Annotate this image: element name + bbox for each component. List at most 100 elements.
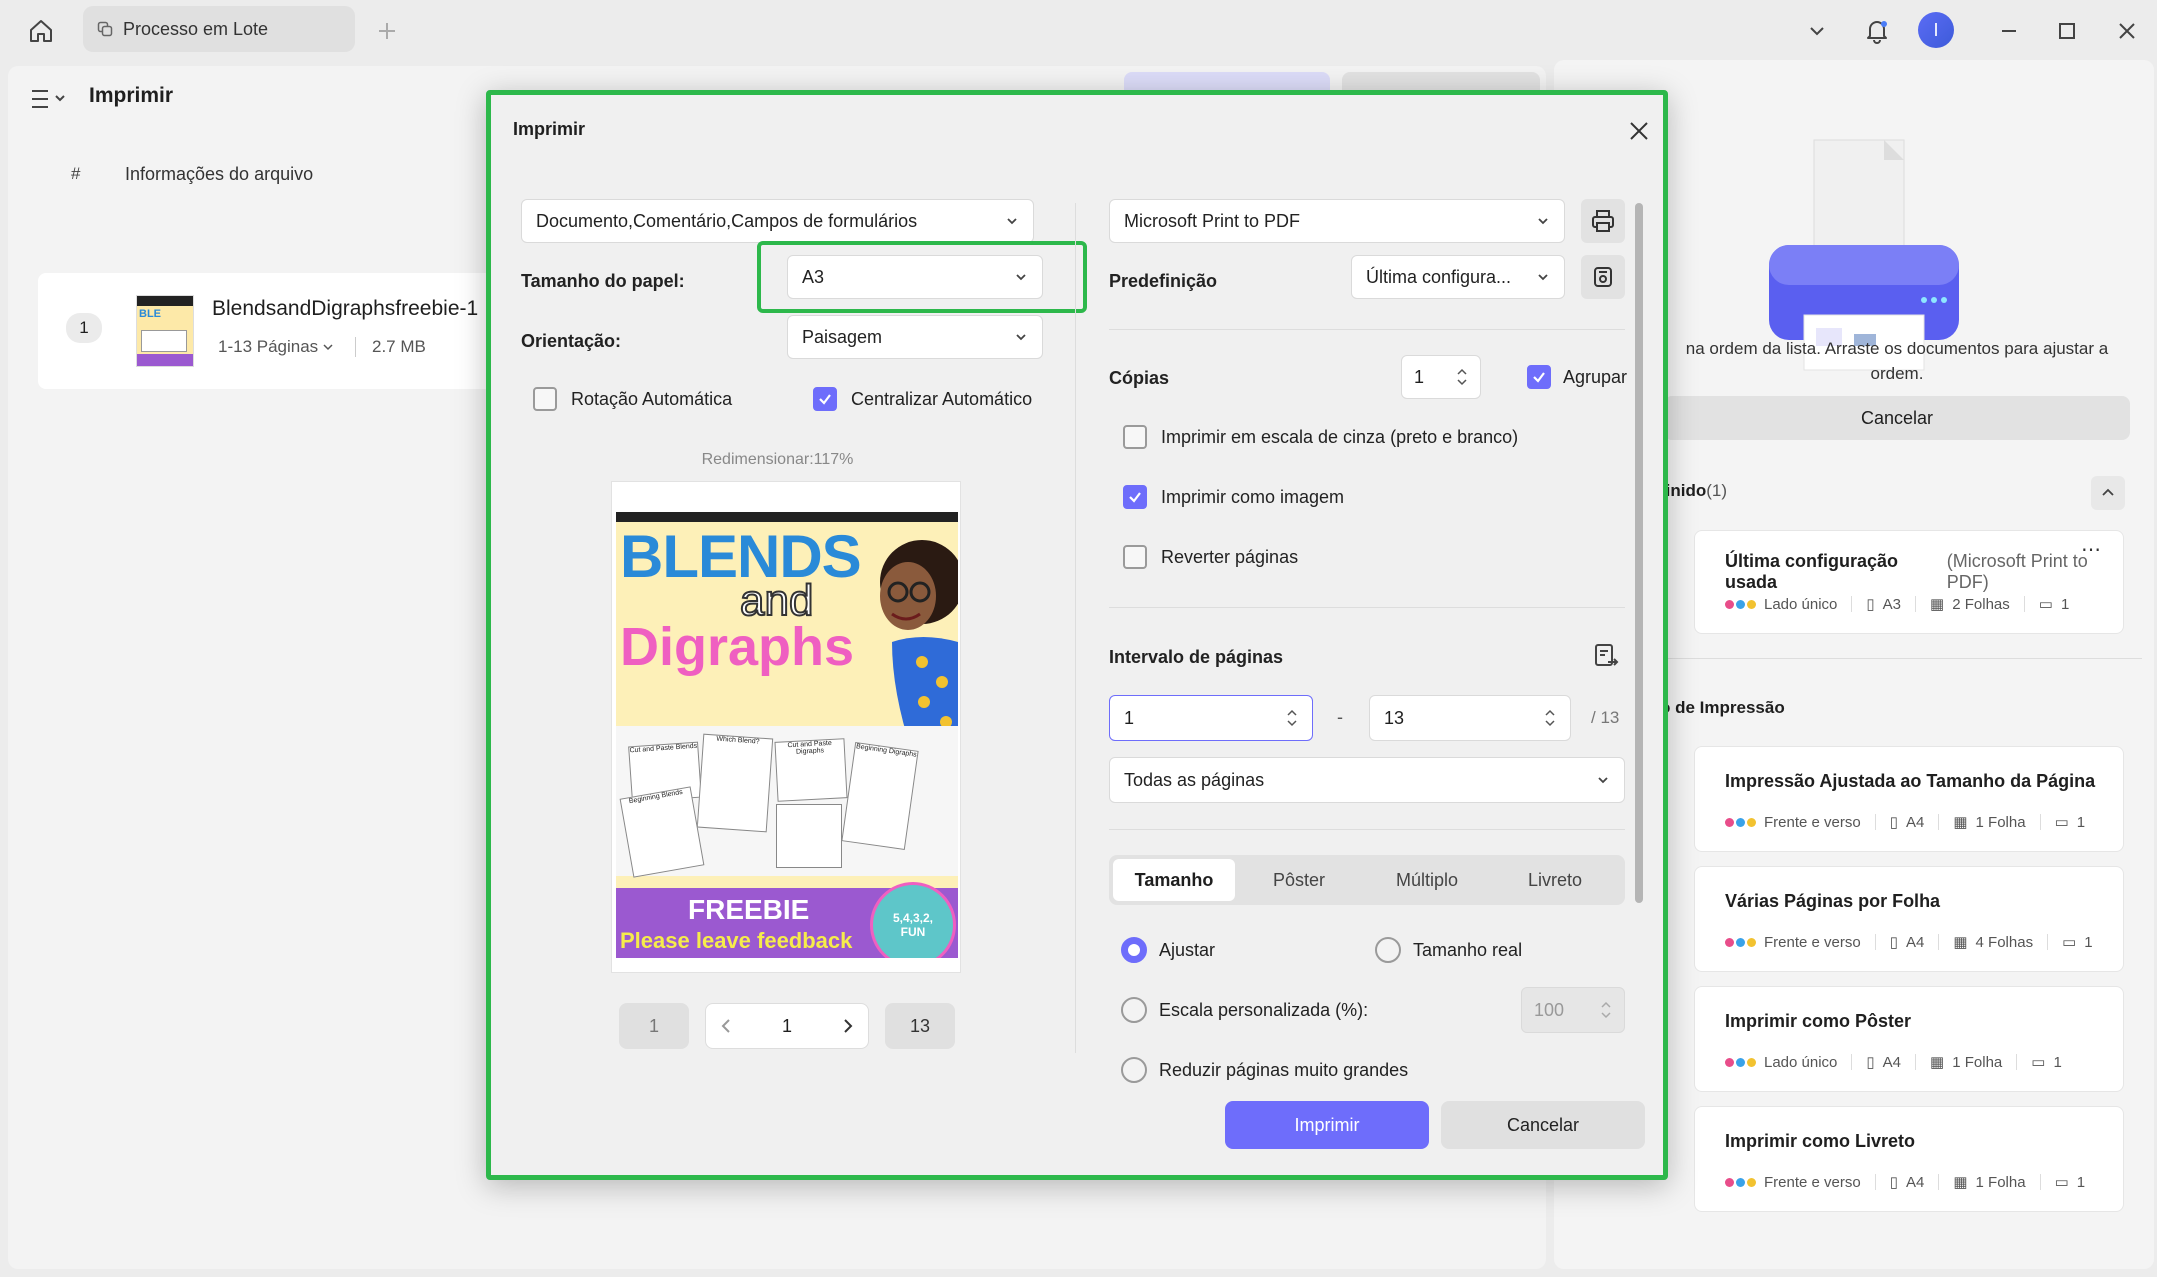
preset-select[interactable]: Última configura... (1351, 255, 1565, 299)
add-tab-icon[interactable] (372, 16, 402, 46)
tab-multiple[interactable]: Múltiplo (1363, 859, 1491, 901)
save-preset-icon[interactable] (1581, 255, 1625, 299)
auto-center-option[interactable]: Centralizar Automático (813, 387, 1032, 411)
range-mode-select[interactable]: Todas as páginas (1109, 757, 1625, 803)
page-icon: ▯ (1866, 1054, 1875, 1071)
meta-copies: 1 (2076, 1173, 2086, 1191)
avatar[interactable]: I (1918, 12, 1954, 48)
tab-booklet[interactable]: Livreto (1491, 859, 1619, 901)
range-from-value: 1 (1124, 707, 1135, 728)
preset-card[interactable]: Várias Páginas por Folha Frente e verso … (1694, 866, 2124, 972)
reverse-pages-option[interactable]: Reverter páginas (1123, 545, 1298, 569)
last-config-card[interactable]: Última configuração usada (Microsoft Pri… (1694, 530, 2124, 634)
fit-option[interactable]: Ajustar (1121, 937, 1215, 963)
menu-icon[interactable] (28, 84, 72, 114)
cancel-button[interactable]: Cancelar (1441, 1101, 1645, 1149)
content-select[interactable]: Documento,Comentário,Campos de formulári… (521, 199, 1034, 243)
custom-scale-input[interactable]: 100 (1521, 987, 1625, 1033)
shrink-label: Reduzir páginas muito grandes (1159, 1059, 1409, 1080)
next-page-icon[interactable] (842, 1018, 854, 1034)
preset-card[interactable]: Imprimir como Livreto Frente e verso ▯ A4… (1694, 1106, 2124, 1212)
file-row[interactable]: 1 BLE BlendsandDigraphsfreebie-1 1-13 Pá… (38, 273, 508, 389)
tab-size[interactable]: Tamanho (1113, 859, 1235, 901)
preset-value: Última configura... (1366, 266, 1512, 287)
worksheet-5: Beginning Blends (619, 786, 705, 878)
actual-size-radio[interactable] (1375, 937, 1401, 963)
printer-select[interactable]: Microsoft Print to PDF (1109, 199, 1565, 243)
shrink-option[interactable]: Reduzir páginas muito grandes (1121, 1057, 1408, 1083)
last-page-button[interactable]: 13 (885, 1003, 955, 1049)
orientation-select[interactable]: Paisagem (787, 315, 1043, 359)
paper-size-select[interactable]: A3 (787, 255, 1043, 299)
grayscale-option[interactable]: Imprimir em escala de cinza (preto e bra… (1123, 425, 1518, 449)
preset-meta: Frente e verso ▯ A4 ▦ 1 Folha ▭ 1 (1725, 813, 2085, 831)
preset-label: Predefinição (1109, 271, 1218, 291)
close-window-icon[interactable] (2112, 16, 2142, 46)
home-icon[interactable] (24, 14, 58, 48)
printer-properties-icon[interactable] (1581, 199, 1625, 243)
meta-copies: 1 (2060, 595, 2070, 613)
range-from-input[interactable]: 1 (1109, 695, 1313, 741)
tab-batch-process[interactable]: Processo em Lote (83, 6, 355, 52)
minimize-icon[interactable] (1994, 16, 2024, 46)
chevron-down-icon[interactable] (1802, 16, 1832, 46)
sheets-icon: ▦ (1953, 934, 1968, 951)
copies-icon: ▭ (2031, 1054, 2046, 1071)
page-preview: BLENDS and Digraphs Cut and Paste Blends… (611, 481, 961, 973)
print-button[interactable]: Imprimir (1225, 1101, 1429, 1149)
page-range-icon[interactable] (1589, 639, 1623, 673)
preset-card[interactable]: Impressão Ajustada ao Tamanho da Página … (1694, 746, 2124, 852)
chevron-down-icon (1596, 773, 1610, 787)
tab-poster[interactable]: Pôster (1235, 859, 1363, 901)
collate-checkbox[interactable] (1527, 365, 1551, 389)
actual-size-option[interactable]: Tamanho real (1375, 937, 1522, 963)
grayscale-checkbox[interactable] (1123, 425, 1147, 449)
shrink-radio[interactable] (1121, 1057, 1147, 1083)
auto-center-checkbox[interactable] (813, 387, 837, 411)
panel-cancel-button[interactable]: Cancelar (1664, 396, 2130, 440)
prev-page-icon[interactable] (720, 1018, 732, 1034)
color-icon (1725, 1177, 1756, 1187)
page-range-dropdown[interactable]: 1-13 Páginas (218, 337, 334, 357)
preset-card[interactable]: Imprimir como Pôster Lado único ▯ A4 ▦ 1 F… (1694, 986, 2124, 1092)
range-to-input[interactable]: 13 (1369, 695, 1571, 741)
auto-rotate-checkbox[interactable] (533, 387, 557, 411)
meta-sheets: 1 Folha (1975, 813, 2026, 831)
close-icon[interactable] (1623, 115, 1655, 147)
collate-option[interactable]: Agrupar (1527, 365, 1627, 389)
chevron-down-icon (1536, 270, 1550, 284)
copies-icon: ▭ (2054, 1174, 2069, 1191)
first-page-button[interactable]: 1 (619, 1003, 689, 1049)
last-config-title: Última configuração usada (1725, 551, 1899, 592)
meta-copies: 1 (2076, 813, 2086, 831)
reverse-pages-checkbox[interactable] (1123, 545, 1147, 569)
custom-scale-radio[interactable] (1121, 997, 1147, 1023)
meta-paper: A3 (1882, 595, 1902, 613)
auto-rotate-option[interactable]: Rotação Automática (533, 387, 732, 411)
chevron-down-icon (1014, 330, 1028, 344)
file-pages: 1-13 Páginas (218, 337, 319, 356)
copy-icon (97, 21, 113, 37)
stepper-arrows-icon[interactable] (1456, 366, 1468, 388)
copies-stepper[interactable]: 1 (1401, 355, 1481, 399)
custom-scale-option[interactable]: Escala personalizada (%): (1121, 997, 1368, 1023)
meta-sheets: 1 Folha (1952, 1053, 2003, 1071)
reverse-pages-label: Reverter páginas (1161, 546, 1299, 567)
more-icon[interactable]: ⋯ (2081, 537, 2101, 562)
dialog-scrollbar[interactable] (1635, 203, 1643, 903)
current-page[interactable]: 1 (782, 1016, 792, 1037)
stepper-arrows-icon[interactable] (1544, 707, 1556, 729)
maximize-icon[interactable] (2052, 16, 2082, 46)
bell-icon[interactable] (1860, 14, 1894, 48)
print-as-image-checkbox[interactable] (1123, 485, 1147, 509)
stepper-arrows-icon[interactable] (1286, 707, 1298, 729)
fit-radio[interactable] (1121, 937, 1147, 963)
stepper-arrows-icon[interactable] (1600, 999, 1612, 1021)
title-bar: Processo em Lote I (0, 0, 2157, 62)
print-as-image-option[interactable]: Imprimir como imagem (1123, 485, 1344, 509)
cover-worksheets: Cut and Paste Blends Which Blend? Cut an… (616, 726, 958, 878)
meta-sheets: 4 Folhas (1975, 933, 2034, 951)
column-number-header: # (71, 164, 81, 183)
collapse-icon[interactable] (2091, 476, 2125, 510)
banner-feedback: Please leave feedback (620, 928, 853, 953)
